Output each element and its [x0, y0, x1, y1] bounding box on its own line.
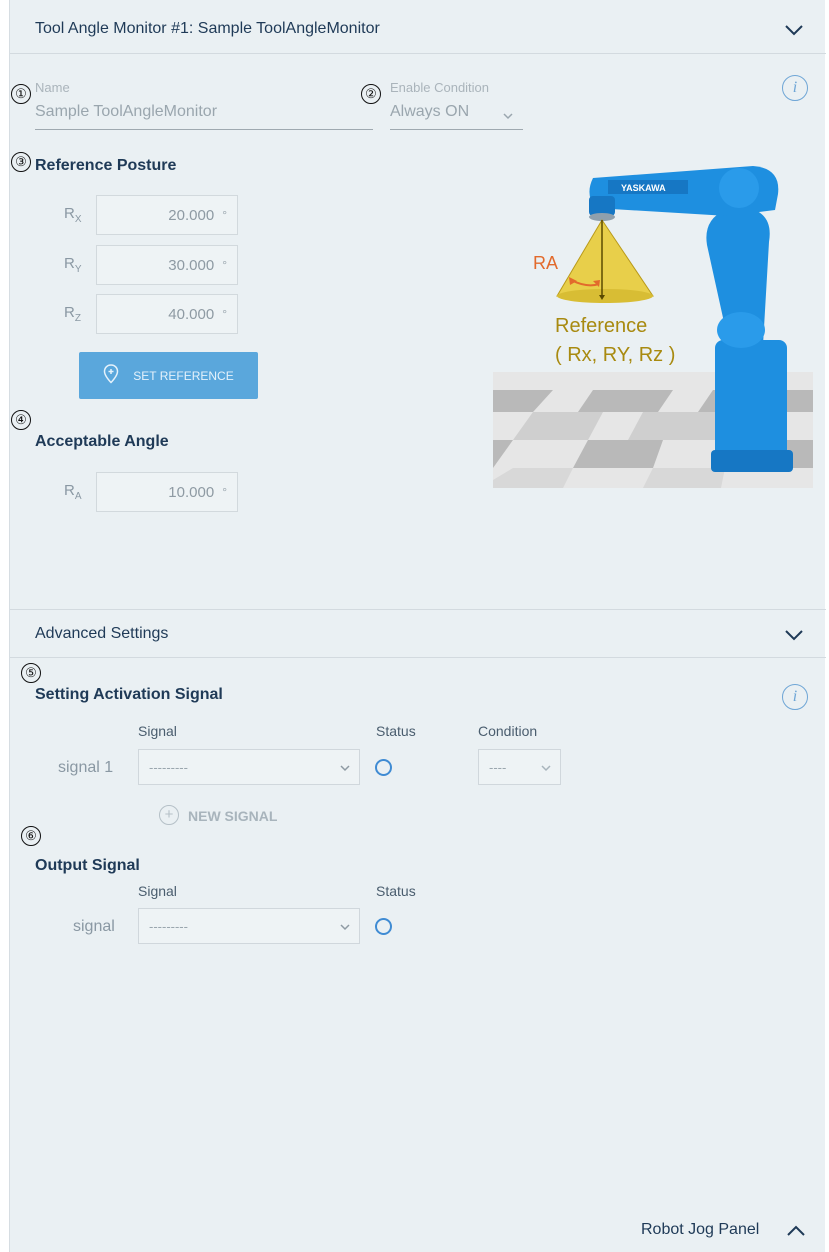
output-signal-header: Signal: [138, 883, 177, 899]
output-signal-value: ---------: [149, 918, 188, 934]
info-icon[interactable]: i: [782, 75, 808, 101]
rz-input[interactable]: 40.000 °: [96, 294, 238, 334]
output-signal-select[interactable]: ---------: [138, 908, 360, 944]
rx-label: RX: [64, 205, 82, 225]
rx-input[interactable]: 20.000 °: [96, 195, 238, 235]
name-input-underline: [35, 129, 373, 130]
advanced-divider-bottom: [10, 657, 826, 658]
rz-value: 40.000: [168, 305, 215, 323]
ra-illustration-label: RA: [533, 253, 558, 273]
location-pin-icon: [103, 364, 119, 387]
marker-2: ②: [361, 84, 381, 104]
enable-condition-underline: [390, 129, 523, 130]
reference-axes-text: ( Rx, RY, Rz ): [555, 344, 675, 366]
acceptable-angle-title: Acceptable Angle: [35, 433, 169, 450]
chevron-down-icon: [339, 761, 351, 772]
output-status-header: Status: [376, 883, 416, 899]
new-signal-label: NEW SIGNAL: [188, 808, 278, 824]
marker-5: ⑤: [21, 663, 41, 683]
activation-info-icon[interactable]: i: [782, 684, 808, 710]
output-row-label: signal: [73, 918, 115, 935]
enable-condition-select[interactable]: Always ON: [390, 103, 523, 127]
output-status-indicator: [375, 918, 392, 935]
set-reference-button[interactable]: SET REFERENCE: [79, 352, 258, 399]
chevron-down-icon: [540, 761, 552, 772]
header-divider: [10, 53, 826, 54]
robot-jog-panel-label: Robot Jog Panel: [641, 1221, 760, 1238]
collapse-chevron-icon[interactable]: [784, 23, 804, 37]
enable-condition-label: Enable Condition: [390, 80, 490, 95]
ra-unit: °: [222, 485, 227, 499]
plus-circle-icon: +: [159, 805, 179, 825]
ry-unit: °: [222, 258, 227, 272]
reference-posture-title: Reference Posture: [35, 157, 177, 174]
rz-label: RZ: [64, 304, 81, 324]
advanced-settings-title: Advanced Settings: [35, 625, 169, 642]
name-label: Name: [35, 80, 70, 95]
panel-title: Tool Angle Monitor #1: Sample ToolAngleM…: [35, 20, 380, 37]
marker-3: ③: [11, 152, 31, 172]
ry-value: 30.000: [168, 256, 215, 274]
ry-input[interactable]: 30.000 °: [96, 245, 238, 285]
name-input[interactable]: Sample ToolAngleMonitor: [35, 103, 373, 127]
marker-6: ⑥: [21, 826, 41, 846]
rx-value: 20.000: [168, 206, 215, 224]
advanced-chevron-icon[interactable]: [784, 628, 804, 642]
activation-condition-select[interactable]: ----: [478, 749, 561, 785]
output-signal-title: Output Signal: [35, 857, 140, 874]
set-reference-label: SET REFERENCE: [133, 368, 234, 383]
new-signal-button[interactable]: + NEW SIGNAL: [159, 805, 299, 827]
activation-signal-header: Signal: [138, 723, 177, 739]
activation-signal-value: ---------: [149, 759, 188, 775]
advanced-divider-top: [10, 609, 826, 610]
chevron-up-icon: [786, 1224, 806, 1238]
activation-signal-title: Setting Activation Signal: [35, 686, 223, 703]
chevron-down-icon: [502, 108, 514, 120]
brand-text: YASKAWA: [621, 183, 666, 193]
ra-label: RA: [64, 482, 82, 502]
activation-status-header: Status: [376, 723, 416, 739]
activation-signal-select[interactable]: ---------: [138, 749, 360, 785]
ra-value: 10.000: [168, 483, 215, 501]
chevron-down-icon: [339, 920, 351, 931]
reference-text: Reference: [555, 315, 647, 337]
ra-input[interactable]: 10.000 °: [96, 472, 238, 512]
robot-illustration: YASKAWA RA Reference ( Rx, RY, Rz ): [493, 150, 813, 490]
activation-status-indicator: [375, 759, 392, 776]
marker-1: ①: [11, 84, 31, 104]
enable-condition-value: Always ON: [390, 103, 470, 120]
ry-label: RY: [64, 255, 82, 275]
activation-condition-value: ----: [489, 759, 507, 775]
rz-unit: °: [222, 307, 227, 321]
robot-jog-panel-toggle[interactable]: Robot Jog Panel: [641, 1221, 811, 1243]
activation-condition-header: Condition: [478, 723, 538, 739]
marker-4: ④: [11, 410, 31, 430]
activation-row-label: signal 1: [58, 759, 114, 776]
tool-angle-monitor-panel: Tool Angle Monitor #1: Sample ToolAngleM…: [9, 0, 826, 1252]
rx-unit: °: [222, 208, 227, 222]
